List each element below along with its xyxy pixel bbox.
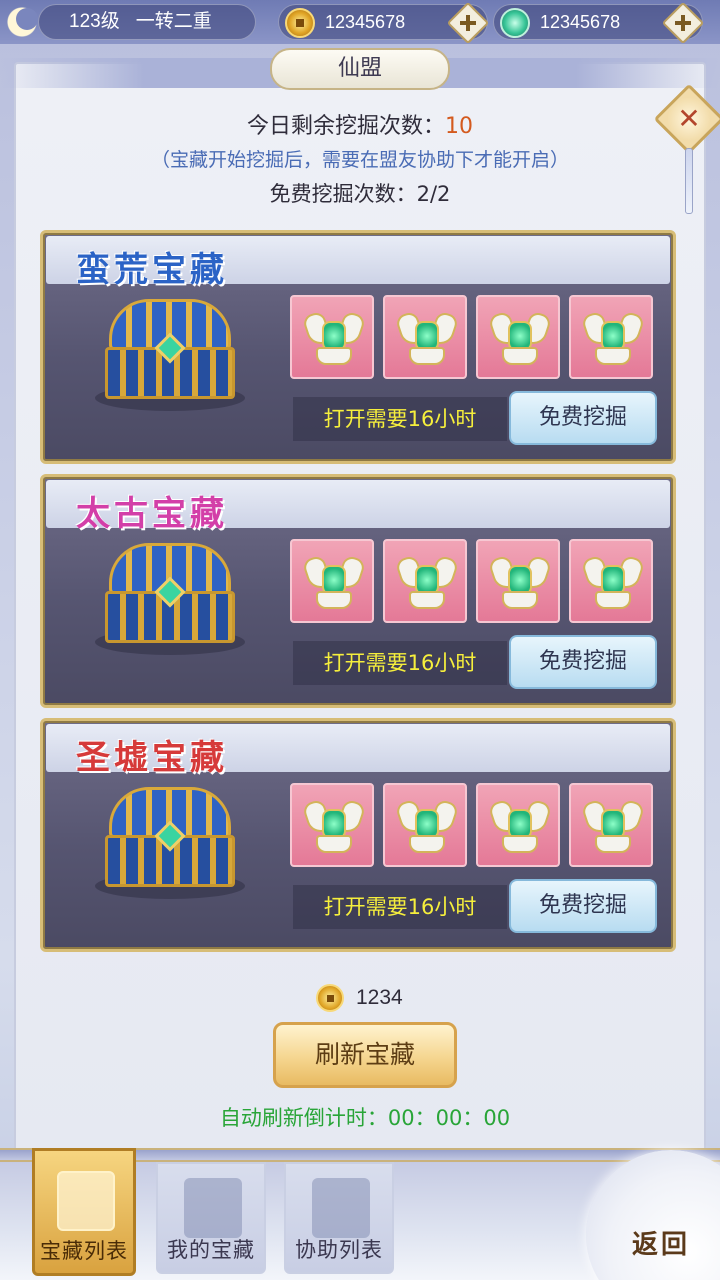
free-dig-button[interactable]: 免费挖掘 <box>509 635 657 689</box>
jade-amount: 12345678 <box>540 12 621 32</box>
countdown-value: 00：00：00 <box>387 1106 511 1130</box>
free-dig-button[interactable]: 免费挖掘 <box>509 391 657 445</box>
jade-icon <box>500 8 530 38</box>
countdown-label: 自动刷新倒计时： <box>219 1106 388 1130</box>
tab-assist-list[interactable]: 协助列表 <box>284 1162 394 1274</box>
treasure-chest-icon <box>95 543 245 655</box>
refresh-cost-value: 1234 <box>356 986 403 1009</box>
tab-label: 我的宝藏 <box>167 1238 255 1262</box>
reward-item-armor-icon[interactable] <box>383 295 467 379</box>
tab-treasure-list[interactable]: 宝藏列表 <box>32 1148 136 1276</box>
refresh-treasure-button[interactable]: 刷新宝藏 <box>273 1022 457 1088</box>
window-title: 仙盟 <box>270 48 450 90</box>
jade-currency-pill: 12345678 <box>493 1 705 45</box>
add-gold-plus-icon[interactable] <box>446 1 490 45</box>
reward-item-armor-icon[interactable] <box>383 539 467 623</box>
remaining-dig-label: 今日剩余挖掘次数： <box>246 114 445 139</box>
dig-note: （宝藏开始挖掘后，需要在盟友协助下才能开启） <box>150 149 569 171</box>
treasure-card-header: 圣墟宝藏 <box>46 724 670 778</box>
tab-label: 协助列表 <box>295 1238 383 1262</box>
treasure-chest-icon <box>95 787 245 899</box>
back-label[interactable]: 返回 <box>632 1224 690 1261</box>
free-dig-count: 免费挖掘次数：2/2 <box>0 178 720 208</box>
treasure-card: 圣墟宝藏 打开需要16小时 免费挖掘 <box>40 718 676 952</box>
scroll-icon <box>184 1178 242 1238</box>
player-level-pill: 123级 一转二重 <box>38 4 256 40</box>
reward-item-armor-icon[interactable] <box>290 539 374 623</box>
open-time-label: 打开需要16小时 <box>293 641 507 685</box>
reward-item-armor-icon[interactable] <box>569 539 653 623</box>
tab-my-treasure[interactable]: 我的宝藏 <box>156 1162 266 1274</box>
reward-item-armor-icon[interactable] <box>476 295 560 379</box>
treasure-name: 太古宝藏 <box>76 494 228 534</box>
free-dig-value: 2/2 <box>416 182 451 206</box>
player-level: 123级 <box>69 11 120 32</box>
treasure-card-header: 太古宝藏 <box>46 480 670 534</box>
coin-icon <box>285 8 315 38</box>
reward-item-armor-icon[interactable] <box>569 783 653 867</box>
tab-label: 宝藏列表 <box>40 1239 128 1263</box>
remaining-dig-count: 今日剩余挖掘次数：10 <box>0 108 720 140</box>
coin-icon <box>316 984 344 1012</box>
reward-item-armor-icon[interactable] <box>476 539 560 623</box>
top-status-bar: 123级 一转二重 12345678 12345678 <box>0 0 720 45</box>
treasure-name: 圣墟宝藏 <box>76 738 228 778</box>
treasure-card: 蛮荒宝藏 打开需要16小时 免费挖掘 <box>40 230 676 464</box>
gold-currency-pill: 12345678 <box>278 1 490 45</box>
free-dig-label: 免费挖掘次数： <box>269 182 417 206</box>
treasure-name: 蛮荒宝藏 <box>76 250 228 290</box>
reward-item-armor-icon[interactable] <box>569 295 653 379</box>
reward-item-armor-icon[interactable] <box>383 783 467 867</box>
remaining-dig-value: 10 <box>445 114 473 139</box>
refresh-cost: 1234 <box>316 983 403 1013</box>
player-rank: 一转二重 <box>135 11 212 32</box>
open-time-label: 打开需要16小时 <box>293 885 507 929</box>
free-dig-button[interactable]: 免费挖掘 <box>509 879 657 933</box>
reward-item-armor-icon[interactable] <box>290 295 374 379</box>
reward-item-armor-icon[interactable] <box>290 783 374 867</box>
open-time-label: 打开需要16小时 <box>293 397 507 441</box>
treasure-card: 太古宝藏 打开需要16小时 免费挖掘 <box>40 474 676 708</box>
scroll-icon <box>312 1178 370 1238</box>
reward-item-armor-icon[interactable] <box>476 783 560 867</box>
treasure-card-header: 蛮荒宝藏 <box>46 236 670 290</box>
auto-refresh-countdown: 自动刷新倒计时：00：00：00 <box>0 1102 720 1132</box>
crossed-swords-icon <box>57 1171 115 1231</box>
add-jade-plus-icon[interactable] <box>661 1 705 45</box>
treasure-chest-icon <box>95 299 245 411</box>
gold-amount: 12345678 <box>325 12 406 32</box>
